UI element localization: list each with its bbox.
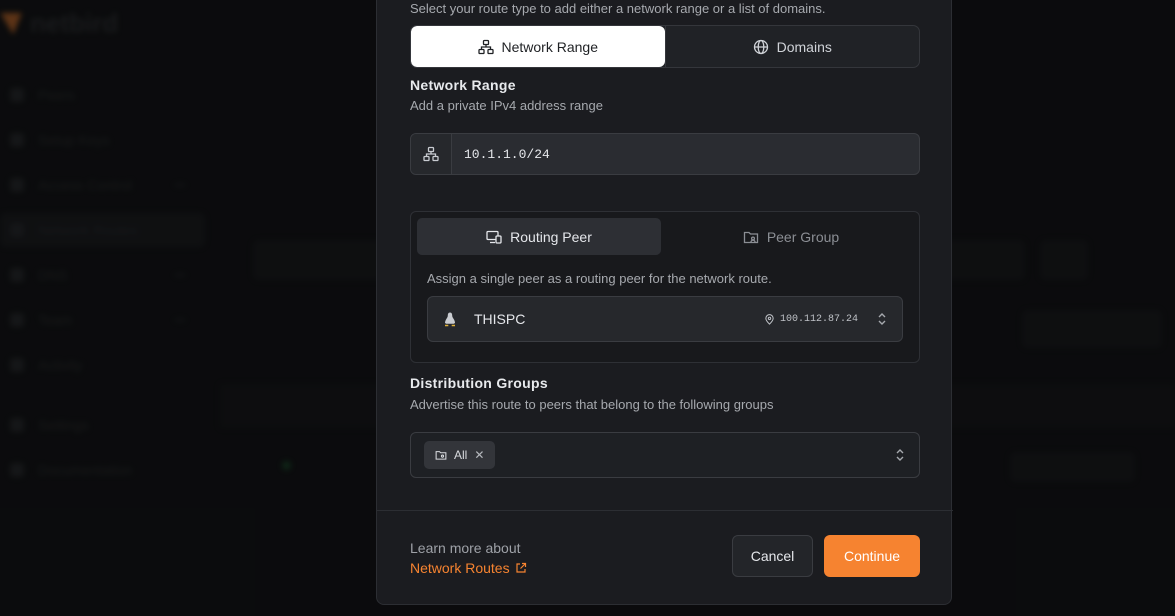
distribution-groups-subtitle: Advertise this route to peers that belon…	[410, 397, 774, 412]
chevron-up-down-icon	[896, 449, 904, 461]
distribution-groups-title: Distribution Groups	[410, 375, 548, 391]
peer-tabs: Routing Peer Peer Group	[417, 218, 913, 255]
group-chip-label: All	[454, 448, 468, 462]
tab-network-range-label: Network Range	[501, 38, 599, 55]
network-range-input[interactable]	[452, 134, 919, 174]
network-icon	[423, 146, 439, 162]
external-link-icon	[515, 562, 526, 573]
tab-peer-group[interactable]: Peer Group	[669, 218, 913, 255]
continue-button[interactable]: Continue	[824, 535, 920, 577]
routing-peer-panel: Routing Peer Peer Group Assign a single …	[410, 211, 920, 363]
routing-peer-select[interactable]: THISPC 100.112.87.24	[427, 296, 903, 342]
network-range-title: Network Range	[410, 77, 516, 93]
tab-routing-peer[interactable]: Routing Peer	[417, 218, 661, 255]
tab-peer-group-label: Peer Group	[766, 228, 840, 245]
distribution-groups-select[interactable]: All ✕	[410, 432, 920, 478]
network-range-field	[410, 133, 920, 175]
cancel-button[interactable]: Cancel	[732, 535, 813, 577]
globe-icon	[753, 39, 768, 54]
selected-peer-name: THISPC	[474, 311, 526, 327]
remove-chip-icon[interactable]: ✕	[474, 448, 484, 462]
network-range-subtitle: Add a private IPv4 address range	[410, 98, 603, 113]
tab-domains-label: Domains	[776, 38, 832, 55]
location-pin-icon	[765, 313, 774, 325]
tab-network-range[interactable]: Network Range	[411, 26, 665, 67]
network-icon	[477, 39, 494, 54]
routing-peer-hint: Assign a single peer as a routing peer f…	[427, 271, 772, 286]
network-range-prefix	[411, 134, 452, 174]
folder-icon	[743, 231, 758, 243]
footer-divider	[377, 510, 953, 511]
folder-icon	[435, 451, 447, 460]
tab-domains[interactable]: Domains	[664, 26, 920, 67]
routing-peer-icon	[486, 230, 502, 244]
chevron-up-down-icon	[878, 313, 886, 325]
route-type-hint: Select your route type to add either a n…	[410, 1, 826, 16]
route-type-tabs: Network Range Domains	[410, 25, 920, 68]
selected-peer-ip-text: 100.112.87.24	[779, 313, 858, 325]
tab-routing-peer-label: Routing Peer	[510, 228, 592, 245]
docs-link-label: Network Routes	[410, 560, 510, 576]
learn-more-text: Learn more about	[410, 540, 521, 556]
learn-more: Learn more about Network Routes	[410, 538, 527, 578]
linux-icon	[445, 312, 455, 327]
group-chip: All ✕	[424, 441, 496, 469]
network-routes-docs-link[interactable]: Network Routes	[410, 558, 527, 578]
selected-peer-ip: 100.112.87.24	[764, 314, 858, 325]
add-route-modal: Select your route type to add either a n…	[376, 0, 953, 605]
